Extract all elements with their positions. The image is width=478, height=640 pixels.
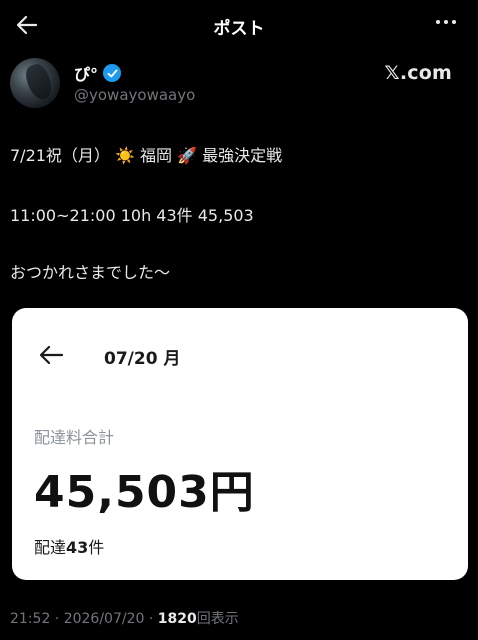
post-meta: 21:52 · 2026/07/20 · 1820回表示	[10, 608, 239, 628]
attached-image-card[interactable]: 07/20 月 配達料合計 45,503円 配達43件	[12, 308, 468, 580]
display-name-text: ぴ°	[74, 65, 99, 84]
post-timestamp[interactable]: 21:52 · 2026/07/20 ·	[10, 611, 158, 627]
dot-icon	[444, 20, 448, 24]
view-count-suffix: 回表示	[196, 611, 239, 627]
delivery-count-value: 43	[66, 538, 89, 557]
delivery-count-suffix: 件	[88, 538, 105, 557]
page-title: ポスト	[213, 19, 265, 39]
post-text-line1: 7/21祝（月） ☀️ 福岡 🚀 最強決定戦	[10, 146, 283, 165]
dot-icon	[436, 20, 440, 24]
source-link[interactable]: 𝕏.com	[384, 62, 452, 84]
top-bar: ポスト	[0, 0, 478, 50]
author-name[interactable]: ぴ°	[74, 61, 122, 85]
post-text-line3: おつかれさまでした〜	[10, 263, 171, 282]
card-back-arrow-icon	[38, 344, 64, 366]
verified-badge-icon	[103, 64, 122, 82]
delivery-count: 配達43件	[34, 534, 104, 558]
card-date: 07/20 月	[104, 349, 181, 369]
view-count: 1820	[157, 611, 197, 627]
delivery-count-prefix: 配達	[34, 538, 67, 557]
post-text-line2: 11:00~21:00 10h 43件 45,503	[10, 206, 254, 225]
author-handle[interactable]: @yowayowaayo	[74, 86, 195, 104]
more-options-button[interactable]	[436, 20, 456, 24]
fee-total-label: 配達料合計	[34, 428, 115, 447]
avatar[interactable]	[10, 58, 60, 108]
fee-total-amount: 45,503円	[34, 467, 255, 518]
dot-icon	[452, 20, 456, 24]
